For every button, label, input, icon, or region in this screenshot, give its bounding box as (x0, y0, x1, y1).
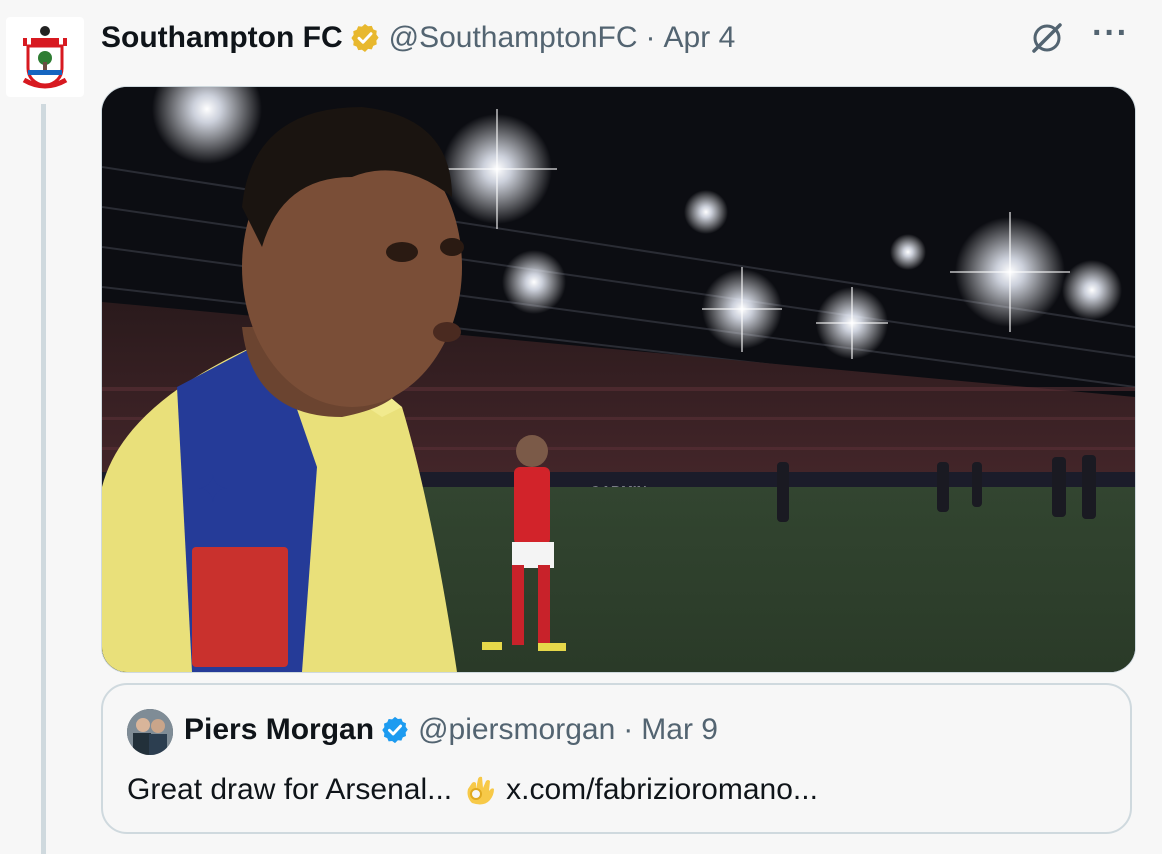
tweet-header: Southampton FC @SouthamptonFC · Apr 4 ··… (101, 14, 1151, 62)
svg-text:✦: ✦ (197, 467, 229, 511)
quoted-tweet-header: Piers Morgan @piersmorgan · Mar 9 (184, 713, 718, 747)
southampton-crest-icon (22, 26, 68, 89)
quoted-text-body: Great draw for Arsenal... (127, 773, 453, 806)
tweet-date[interactable]: Apr 4 (664, 21, 736, 55)
grok-icon[interactable] (1029, 20, 1065, 64)
separator-dot: · (623, 713, 634, 746)
verified-blue-badge-icon (380, 715, 410, 745)
piers-morgan-avatar[interactable] (127, 709, 173, 755)
tweet-page: Southampton FC @SouthamptonFC · Apr 4 ··… (0, 0, 1162, 854)
ok-hand-emoji-icon (464, 773, 496, 807)
quoted-author-handle: @piersmorgan (418, 713, 616, 746)
quoted-author-name: Piers Morgan (184, 713, 375, 746)
quoted-tweet-text: Great draw for Arsenal... x.com/fabrizio… (127, 773, 818, 807)
author-name[interactable]: Southampton FC (101, 21, 343, 55)
thread-line (41, 104, 46, 854)
more-options-icon[interactable]: ··· (1092, 16, 1129, 50)
media-photo: GARMIN (102, 87, 1135, 672)
quoted-tweet-card[interactable]: Piers Morgan @piersmorgan · Mar 9 Great … (101, 683, 1132, 834)
tweet-media-image[interactable]: GARMIN (101, 86, 1136, 673)
quoted-link[interactable]: x.com/fabrizioromano... (506, 773, 818, 807)
verified-gold-badge-icon (349, 22, 381, 54)
southampton-avatar[interactable] (6, 17, 84, 97)
quoted-tweet-date: Mar 9 (641, 713, 718, 746)
author-handle[interactable]: @SouthamptonFC (389, 21, 638, 55)
separator-dot: · (645, 21, 656, 54)
